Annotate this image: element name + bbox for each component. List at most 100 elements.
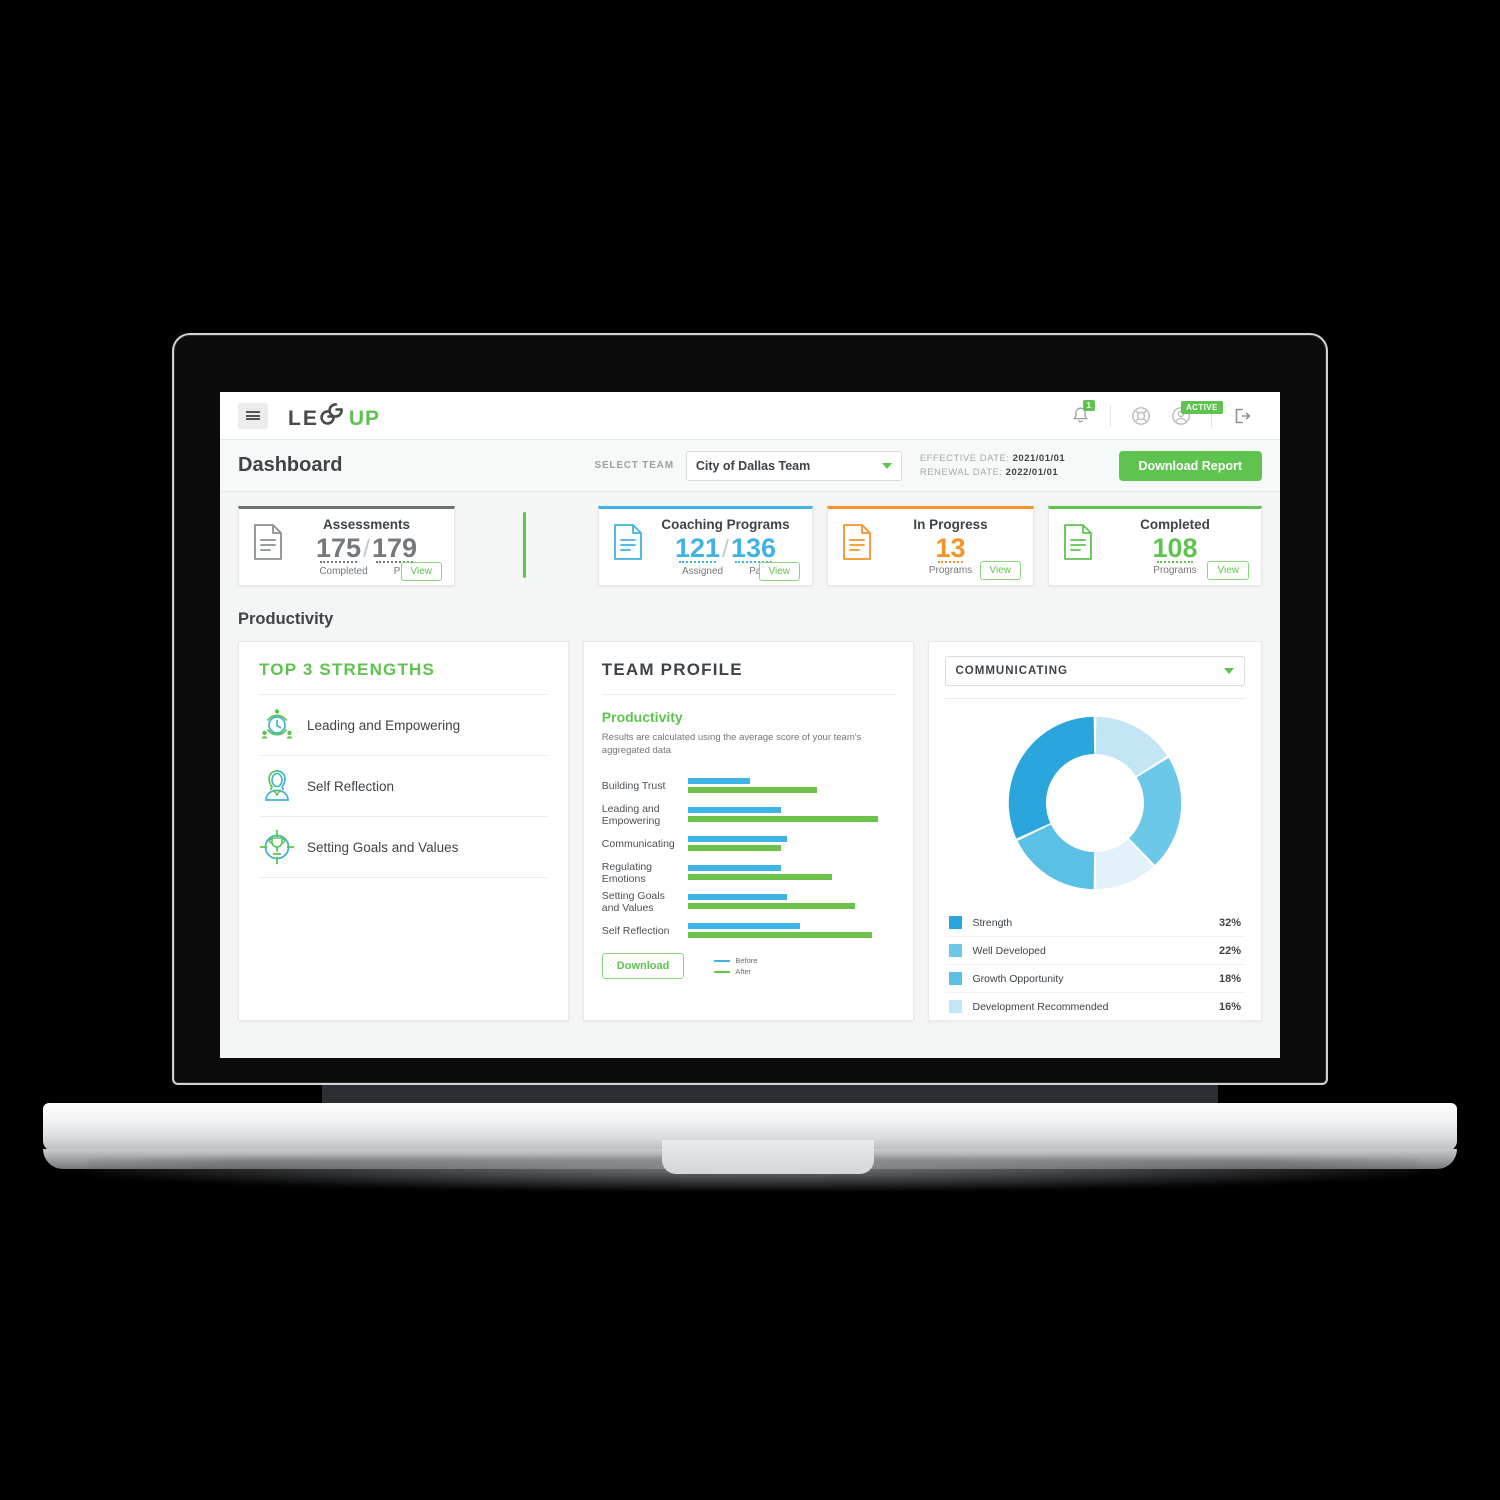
document-icon [842,523,872,566]
legend-percentage: 32% [1218,916,1241,929]
strength-item-1[interactable]: Leading and Empowering [259,695,548,756]
bar-legend-item: Before [714,955,757,966]
logout-button[interactable] [1222,399,1262,433]
stat-card-values: 121 / 136 [651,533,800,564]
document-icon [613,523,643,566]
bar-category-label: Communicating [601,837,675,850]
stat-value-primary: 108 [1152,533,1198,563]
section-title-productivity: Productivity [220,602,1280,641]
bar-track [687,865,895,880]
view-button-assessments[interactable]: View [400,562,443,581]
account-button[interactable]: ACTIVE [1161,399,1223,433]
donut-segment [1008,716,1094,839]
hamburger-icon[interactable] [238,402,268,429]
trophy-target-icon [259,829,295,865]
donut-legend-item: Strength 32% [944,909,1245,937]
download-report-button[interactable]: Download Report [1118,450,1262,481]
stat-sublabel-1: Assigned [681,566,724,577]
date-info: EFFECTIVE DATE: 2021/01/01 RENEWAL DATE:… [920,452,1065,480]
stat-card-completed[interactable]: Completed 108 Programs View [1047,506,1262,586]
legend-label: Strength [972,916,1013,929]
screenshot-stage: LE UP 1 ACTIVE Dashboard SELECT TEAM Cit… [0,0,1500,1500]
donut-legend: Strength 32% Well Developed 22% Growth Oppor… [944,909,1245,1021]
competency-select[interactable]: COMMUNICATING [944,656,1245,686]
document-icon [253,523,283,566]
team-profile-subheading: Productivity [601,709,683,725]
panel-top-strengths: TOP 3 STRENGTHS Leading and Empowering S… [238,641,569,1021]
donut-segment [1017,824,1094,890]
donut-legend-item: Well Developed 22% [944,937,1245,965]
bar-category-label: Building Trust [601,779,666,792]
bar-chart-row: Leading and Empowering [602,800,895,829]
bar-chart-row: Regulating Emotions [602,858,895,887]
view-button-in-progress[interactable]: View [979,561,1022,580]
bar-track [687,807,895,822]
legend-dash [714,959,731,962]
donut-legend-item: Development Recommended 16% [944,993,1245,1021]
bar-segment-before [687,894,787,900]
strength-label: Self Reflection [307,778,395,794]
document-icon [1063,523,1093,566]
team-profile-heading: TEAM PROFILE [601,660,743,679]
stat-card-coaching-programs[interactable]: Coaching Programs 121 / 136 Assigned Pai… [598,506,814,586]
page-toolbar: Dashboard SELECT TEAM City of Dallas Tea… [220,440,1280,492]
stat-sublabel-1: Completed [319,566,368,577]
renewal-date-row: RENEWAL DATE: 2022/01/01 [920,466,1065,480]
stat-card-title: In Progress [913,517,988,532]
bar-category-label: Setting Goals and Values [601,889,665,914]
bar-segment-before [687,778,751,784]
bar-track [687,894,895,909]
help-button[interactable] [1121,399,1161,433]
team-select-value: City of Dallas Team [695,458,811,473]
legend-label: Development Recommended [972,1000,1109,1013]
bar-segment-before [687,865,781,871]
value-separator: / [722,535,729,563]
bar-track [687,923,895,938]
header-actions: 1 ACTIVE [1060,392,1262,439]
legend-color-swatch [948,1000,962,1013]
view-button-completed[interactable]: View [1207,561,1249,580]
bar-category-label: Leading and Empowering [601,802,661,827]
team-select[interactable]: City of Dallas Team [685,450,902,481]
legend-percentage: 16% [1218,1000,1241,1013]
select-team-label: SELECT TEAM [594,460,674,471]
legend-color-swatch [948,916,962,929]
panel-team-profile: TEAM PROFILE Productivity Results are ca… [582,641,914,1021]
cards-green-divider [523,512,526,578]
divider [601,694,895,695]
page-title: Dashboard [238,454,343,476]
stat-card-title: Assessments [322,517,411,532]
stat-card-assessments[interactable]: Assessments 175 / 179 Completed Paid Vie… [238,506,456,586]
bar-chart-row: Self Reflection [602,916,895,945]
stat-card-in-progress[interactable]: In Progress 13 Programs View [826,506,1035,586]
bar-category-label: Regulating Emotions [601,860,652,885]
divider [944,698,1245,699]
stat-card-values: 108 [1101,533,1249,563]
bar-segment-after [687,932,873,938]
legend-percentage: 22% [1218,944,1241,957]
bar-category-label: Self Reflection [601,924,670,937]
notification-badge: 1 [1082,399,1095,411]
bar-segment-before [687,836,787,842]
stat-card-body: In Progress 13 Programs View [880,517,1022,580]
team-profile-footer: Download Before After [601,953,895,979]
bar-chart-row: Setting Goals and Values [602,887,895,916]
logo-text-left: LE [288,406,319,430]
legend-label: Growth Opportunity [972,972,1064,985]
bar-legend-item: After [714,966,757,977]
strength-item-2[interactable]: Self Reflection [259,756,548,817]
notifications-button[interactable]: 1 [1060,399,1100,433]
card-spacer [813,506,827,586]
stat-value-secondary: 179 [371,533,418,563]
view-button-coaching[interactable]: View [758,562,801,581]
download-button[interactable]: Download [601,953,685,979]
legend-percentage: 18% [1218,972,1241,985]
stat-card-values: 175 / 179 [291,533,442,564]
strength-item-3[interactable]: Setting Goals and Values [259,817,548,878]
bar-segment-before [687,923,800,929]
legend-color-swatch [948,944,962,957]
app-header: LE UP 1 ACTIVE [220,392,1280,440]
logo-text-right: UP [348,406,381,430]
bar-track [687,836,895,851]
bar-segment-after [687,816,878,822]
